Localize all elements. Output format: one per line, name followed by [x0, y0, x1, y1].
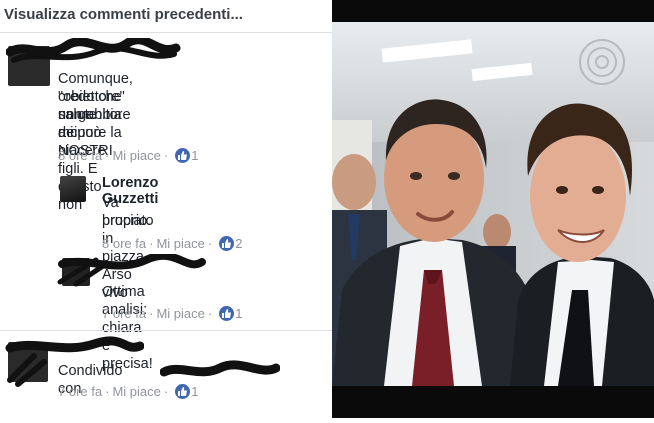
- like-link[interactable]: Mi piace: [156, 236, 204, 251]
- thumbs-up-icon: [175, 148, 191, 163]
- timestamp: 8 ore fa: [102, 236, 147, 251]
- thumbs-up-icon: [175, 384, 191, 399]
- divider: [0, 32, 332, 33]
- timestamp: 8 ore fa: [58, 148, 103, 163]
- thumbs-up-icon: [219, 236, 235, 251]
- timestamp: 7 ore fa: [102, 306, 147, 321]
- like-count: 2: [235, 236, 243, 251]
- photo-illustration: [332, 0, 654, 418]
- comment-meta: 7 ore fa · Mi piace · 1: [102, 306, 243, 321]
- like-link[interactable]: Mi piace: [112, 148, 160, 163]
- thumbs-up-icon: [219, 306, 235, 321]
- comment-text-line: proprio.: [102, 213, 152, 229]
- divider: [0, 330, 332, 331]
- like-link[interactable]: Mi piace: [156, 306, 204, 321]
- selfie-photo: [332, 0, 654, 418]
- like-link[interactable]: Mi piace: [112, 384, 160, 399]
- view-previous-comments-link[interactable]: Visualizza commenti precedenti...: [4, 6, 243, 23]
- user-avatar[interactable]: [60, 176, 86, 202]
- comment-meta: 8 ore fa · Mi piace · 1: [58, 148, 199, 163]
- redaction-scribble: [6, 38, 181, 63]
- comment-meta: 8 ore fa · Mi piace · 2: [102, 236, 243, 251]
- like-count: 1: [191, 148, 199, 163]
- comments-panel: Visualizza commenti precedenti... Comunq…: [0, 0, 332, 418]
- redaction-scribble: [160, 360, 280, 377]
- like-count: 1: [235, 306, 243, 321]
- like-count: 1: [191, 384, 199, 399]
- timestamp: 7 ore fa: [58, 384, 103, 399]
- comment-meta: 7 ore fa · Mi piace · 1: [58, 384, 199, 399]
